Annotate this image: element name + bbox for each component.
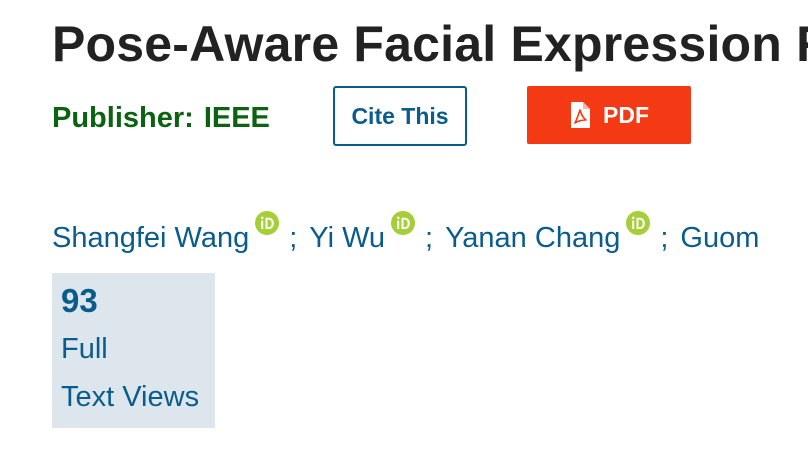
orcid-icon[interactable] xyxy=(255,211,280,235)
author-link[interactable]: Yanan Chang xyxy=(445,222,620,254)
author-link[interactable]: Shangfei Wang xyxy=(52,222,249,254)
metric-label-line1: Full xyxy=(61,333,108,365)
publisher-label: Publisher: xyxy=(52,102,194,134)
cite-this-button[interactable]: Cite This xyxy=(333,86,467,146)
author-separator: ; xyxy=(660,222,669,254)
article-header: Pose-Aware Facial Expression Recognition… xyxy=(0,0,808,455)
pdf-label: PDF xyxy=(603,101,649,128)
pdf-icon xyxy=(571,102,590,128)
publisher-name: IEEE xyxy=(203,102,270,134)
author-separator: ; xyxy=(289,222,298,254)
metric-label-line2: Text Views xyxy=(61,381,200,413)
cite-this-label: Cite This xyxy=(351,102,449,129)
author-list: Shangfei Wang; Yi Wu; Yanan Chang; Guom xyxy=(52,211,759,258)
orcid-icon[interactable] xyxy=(391,211,416,235)
author-link[interactable]: Yi Wu xyxy=(309,222,385,254)
author-link[interactable]: Guom xyxy=(680,222,759,254)
author-separator: ; xyxy=(425,222,434,254)
full-text-views-metric[interactable]: 93 Full Text Views xyxy=(52,273,215,428)
pdf-button[interactable]: PDF xyxy=(527,86,691,144)
article-title: Pose-Aware Facial Expression Recognition xyxy=(52,16,808,72)
publisher-line: Publisher: IEEE xyxy=(52,100,270,136)
orcid-icon[interactable] xyxy=(626,211,651,235)
metric-count: 93 xyxy=(61,282,98,319)
